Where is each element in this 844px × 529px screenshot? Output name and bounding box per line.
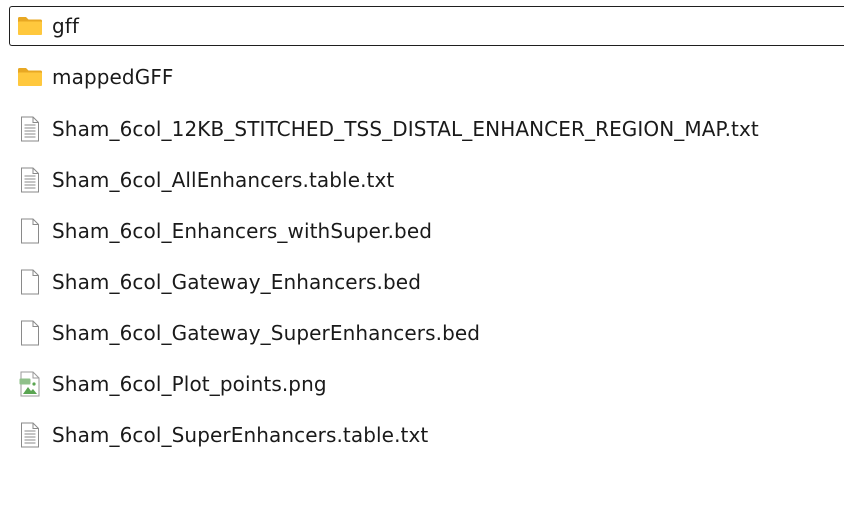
file-name: Sham_6col_Gateway_Enhancers.bed: [52, 270, 421, 294]
folder-icon: [16, 13, 44, 39]
blank-file-icon: [16, 218, 44, 244]
file-name: Sham_6col_12KB_STITCHED_TSS_DISTAL_ENHAN…: [52, 117, 759, 141]
file-item-region-map[interactable]: Sham_6col_12KB_STITCHED_TSS_DISTAL_ENHAN…: [10, 109, 844, 149]
file-item-gff[interactable]: gff: [9, 6, 844, 46]
text-file-icon: [16, 167, 44, 193]
file-item-gateway-enhancers[interactable]: Sham_6col_Gateway_Enhancers.bed: [10, 262, 844, 302]
file-name: Sham_6col_AllEnhancers.table.txt: [52, 168, 395, 192]
text-file-icon: [16, 116, 44, 142]
file-item-mappedgff[interactable]: mappedGFF: [10, 57, 844, 97]
file-item-superenhancers-table[interactable]: Sham_6col_SuperEnhancers.table.txt: [10, 415, 844, 455]
file-item-gateway-superenhancers[interactable]: Sham_6col_Gateway_SuperEnhancers.bed: [10, 313, 844, 353]
file-item-plot-points[interactable]: Sham_6col_Plot_points.png: [10, 364, 844, 404]
file-name: Sham_6col_Gateway_SuperEnhancers.bed: [52, 321, 481, 345]
text-file-icon: [16, 422, 44, 448]
file-list: gff mappedGFF Sham_6col_12KB_STITCHED_TS…: [0, 0, 844, 529]
blank-file-icon: [16, 269, 44, 295]
file-name: Sham_6col_Plot_points.png: [52, 372, 327, 396]
file-name: mappedGFF: [52, 65, 174, 89]
image-file-icon: [16, 371, 44, 397]
file-name: Sham_6col_Enhancers_withSuper.bed: [52, 219, 433, 243]
file-name: gff: [52, 14, 80, 38]
file-name: Sham_6col_SuperEnhancers.table.txt: [52, 423, 429, 447]
folder-icon: [16, 64, 44, 90]
file-item-enhancers-with-super[interactable]: Sham_6col_Enhancers_withSuper.bed: [10, 211, 844, 251]
file-item-all-enhancers[interactable]: Sham_6col_AllEnhancers.table.txt: [10, 160, 844, 200]
blank-file-icon: [16, 320, 44, 346]
